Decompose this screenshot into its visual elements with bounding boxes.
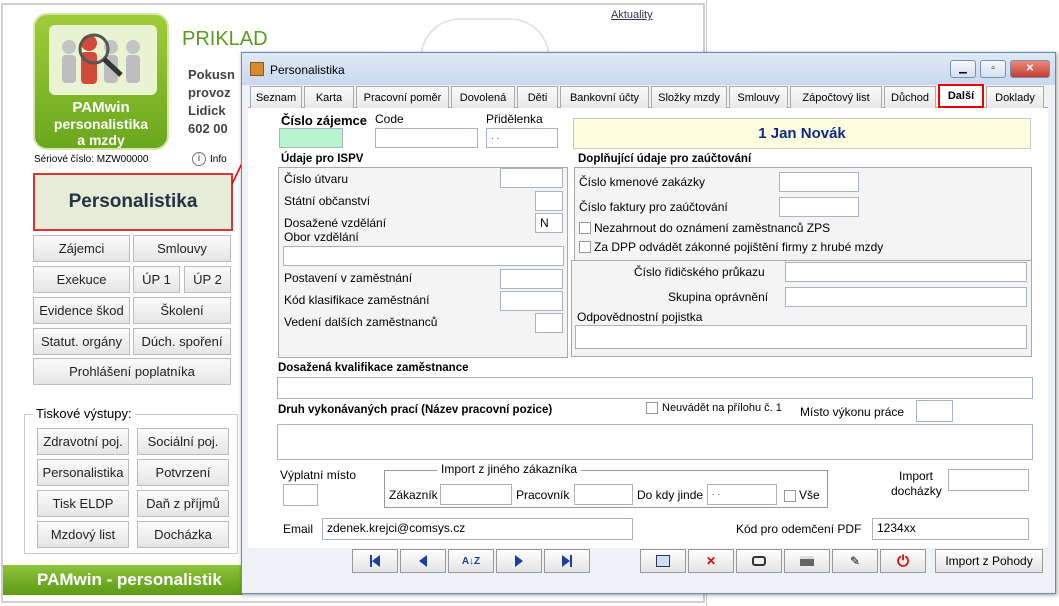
druh-praci-input[interactable]	[277, 424, 1033, 460]
vyplatni-misto-input[interactable]	[283, 484, 318, 506]
tab-smlouvy[interactable]: Smlouvy	[729, 86, 788, 108]
doplnujici-header: Doplňující údaje pro zaúčtování	[578, 153, 752, 165]
kvalifikace-label: Dosažená kvalifikace zaměstnance	[278, 362, 469, 374]
last-record-icon[interactable]	[544, 549, 590, 573]
postaveni-label: Postavení v zaměstnání	[284, 271, 413, 285]
skupina-label: Skupina oprávnění	[668, 290, 769, 304]
cislo-faktury-input[interactable]	[779, 197, 859, 217]
tab-zapoctovy-list[interactable]: Zápočtový list	[790, 86, 882, 108]
employee-name-banner: 1 Jan Novák	[573, 118, 1031, 149]
pracovnik-input[interactable]	[574, 484, 633, 505]
kod-pdf-input[interactable]: 1234xx	[872, 518, 1029, 540]
misto-vykonu-label: Místo výkonu práce	[800, 405, 905, 419]
nezahrnout-checkbox[interactable]	[579, 222, 591, 234]
neuvadet-checkbox[interactable]	[646, 402, 658, 414]
app-icon	[250, 62, 264, 76]
edit-record-icon[interactable]	[640, 549, 686, 573]
neuvadet-label: Neuvádět na přílohu č. 1	[662, 402, 782, 414]
statni-obcanstvi-label: Státní občanství	[284, 194, 371, 208]
tab-content: Číslo zájemce Code Přidělenka . . 1 Jan …	[248, 108, 1048, 548]
obor-vzdelani-input[interactable]	[283, 246, 564, 266]
email-label: Email	[283, 522, 314, 536]
find-icon[interactable]	[736, 549, 782, 573]
cislo-utvaru-input[interactable]	[500, 168, 563, 188]
cislo-zajemce-label: Číslo zájemce	[281, 113, 367, 128]
dialog-title: Personalistika	[270, 63, 345, 77]
dosazene-vzdelani-input[interactable]: N	[535, 213, 563, 233]
tab-dovolena[interactable]: Dovolená	[451, 86, 515, 108]
power-exit-icon[interactable]: ⏻	[880, 549, 926, 573]
email-input[interactable]: zdenek.krejci@comsys.cz	[322, 518, 633, 540]
za-dpp-checkbox[interactable]	[579, 241, 591, 253]
nezahrnout-label: Nezahrnout do oznámení zaměstnanců ZPS	[594, 221, 831, 235]
druh-praci-label: Druh vykonávaných prací (Název pracovní …	[278, 404, 553, 416]
tab-duchod[interactable]: Důchod	[884, 86, 936, 108]
tab-karta[interactable]: Karta	[304, 86, 354, 108]
prev-record-icon[interactable]	[400, 549, 446, 573]
navigation-toolbar: A↓Z ✕ ✎ ⏻ Import z Pohody	[248, 549, 1048, 589]
maximize-icon[interactable]: ▫	[980, 60, 1006, 78]
next-record-icon[interactable]	[496, 549, 542, 573]
code-input[interactable]	[375, 128, 478, 148]
sort-az-icon[interactable]: A↓Z	[448, 549, 494, 573]
skupina-input[interactable]	[785, 287, 1027, 307]
statni-obcanstvi-input[interactable]	[535, 191, 563, 211]
code-label: Code	[375, 112, 404, 126]
delete-record-icon[interactable]: ✕	[688, 549, 734, 573]
obor-vzdelani-label: Obor vzdělání	[284, 230, 359, 244]
edit-pen-icon[interactable]: ✎	[832, 549, 878, 573]
personalistika-dialog: Personalistika ▁ ▫ ✕ Seznam Karta Pracov…	[241, 52, 1056, 594]
vse-checkbox[interactable]	[784, 490, 796, 502]
cislo-faktury-label: Číslo faktury pro zaúčtování	[579, 200, 728, 214]
import-header: Import z jiného zákazníka	[437, 462, 582, 476]
first-record-icon[interactable]	[352, 549, 398, 573]
kod-klasifikace-label: Kód klasifikace zaměstnání	[284, 293, 430, 307]
pracovnik-label: Pracovník	[516, 488, 570, 502]
do-kdy-label: Do kdy jinde	[637, 488, 704, 502]
tab-doklady[interactable]: Doklady	[986, 86, 1044, 108]
ridicsky-input[interactable]	[785, 262, 1027, 282]
tab-deti[interactable]: Děti	[517, 86, 558, 108]
odpovednostni-label: Odpovědnostní pojistka	[577, 310, 703, 324]
zakaznik-label: Zákazník	[389, 488, 438, 502]
postaveni-input[interactable]	[500, 269, 563, 289]
tab-dalsi[interactable]: Další	[938, 84, 984, 108]
minimize-icon[interactable]: ▁	[950, 60, 976, 78]
tab-pracovni-pomer[interactable]: Pracovní poměr	[356, 86, 449, 108]
tab-bankovni-ucty[interactable]: Bankovní účty	[560, 86, 649, 108]
vyplatni-misto-label: Výplatní místo	[280, 468, 357, 482]
cislo-kmenove-label: Číslo kmenové zakázky	[579, 175, 706, 189]
do-kdy-input[interactable]: . .	[707, 484, 777, 505]
pridelenka-label: Přidělenka	[486, 112, 543, 126]
tab-seznam[interactable]: Seznam	[250, 86, 302, 108]
pridelenka-input[interactable]: . .	[486, 128, 558, 148]
vse-label: Vše	[799, 488, 820, 502]
cislo-zajemce-input[interactable]	[279, 128, 343, 148]
odpovednostni-input[interactable]	[575, 325, 1027, 349]
za-dpp-label: Za DPP odvádět zákonné pojištění firmy z…	[594, 240, 884, 254]
udaje-ispv-header: Údaje pro ISPV	[281, 153, 364, 165]
import-dochazky-label: Import docházky	[891, 469, 942, 498]
vedeni-label: Vedení dalších zaměstnanců	[284, 315, 438, 329]
zakaznik-input[interactable]	[440, 484, 512, 505]
cislo-kmenove-input[interactable]	[779, 172, 859, 192]
dosazene-vzdelani-label: Dosažené vzdělání	[284, 216, 387, 230]
vedeni-input[interactable]	[535, 313, 563, 333]
misto-vykonu-input[interactable]	[916, 400, 953, 422]
kvalifikace-input[interactable]	[277, 377, 1033, 399]
import-dochazky-input[interactable]	[948, 469, 1029, 491]
tab-bar: Seznam Karta Pracovní poměr Dovolená Dět…	[248, 84, 1048, 108]
dialog-titlebar[interactable]: Personalistika ▁ ▫ ✕	[242, 53, 1055, 85]
kod-klasifikace-input[interactable]	[500, 291, 563, 311]
print-icon[interactable]	[784, 549, 830, 573]
cislo-utvaru-label: Číslo útvaru	[284, 172, 349, 186]
tab-slozky-mzdy[interactable]: Složky mzdy	[651, 86, 727, 108]
kod-pdf-label: Kód pro odemčení PDF	[736, 522, 862, 536]
import-pohody-button[interactable]: Import z Pohody	[935, 549, 1043, 573]
close-icon[interactable]: ✕	[1010, 60, 1050, 78]
ridicsky-label: Číslo řidičského průkazu	[634, 265, 765, 279]
